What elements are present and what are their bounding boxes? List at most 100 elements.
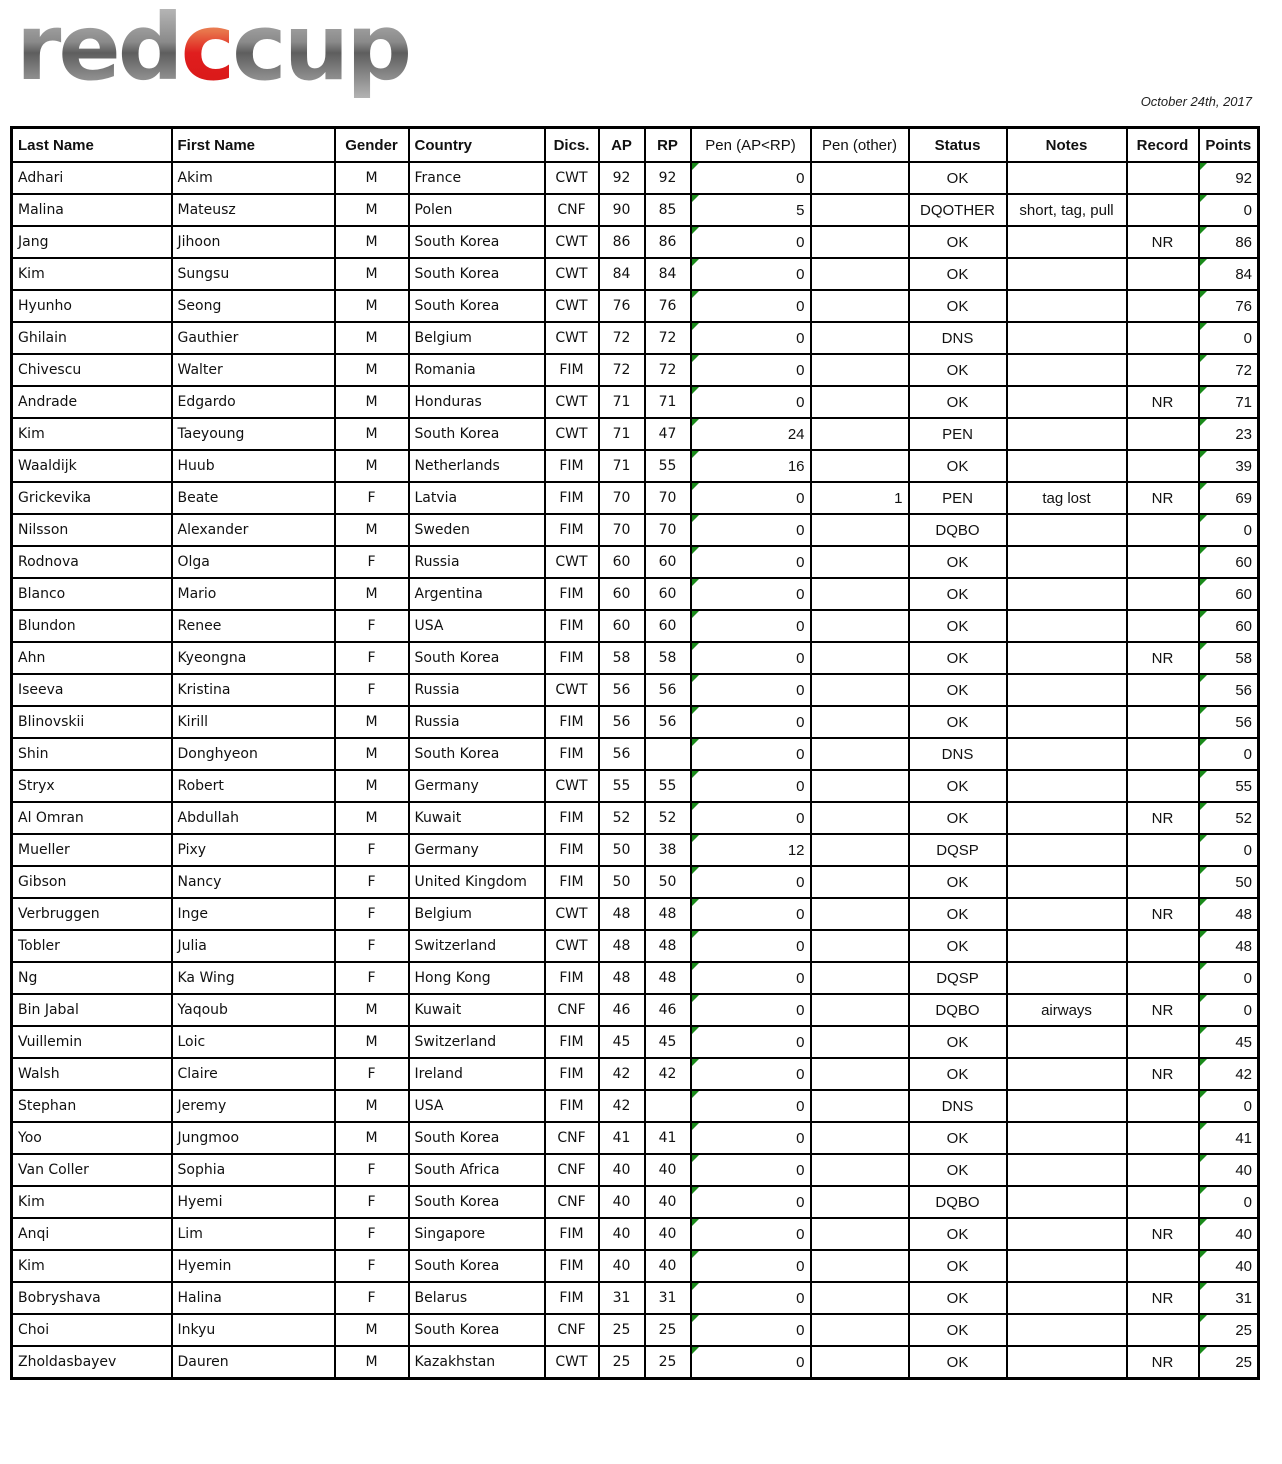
- rp-cell-value: 86: [658, 234, 677, 250]
- country-cell: Russia: [407, 545, 546, 579]
- discipline-cell-value: CNF: [557, 1002, 586, 1018]
- gender-cell: M: [333, 353, 410, 387]
- ap-cell: 42: [597, 1057, 646, 1091]
- points-cell: 25: [1197, 1345, 1260, 1380]
- pen-ap-rp-cell-value: 0: [796, 681, 805, 699]
- status-cell: OK: [907, 1025, 1008, 1059]
- record-cell-value: NR: [1151, 1353, 1174, 1371]
- notes-cell-value: tag lost: [1042, 489, 1091, 507]
- ap-cell: 55: [597, 769, 646, 803]
- first-name-cell: Abdullah: [170, 801, 336, 835]
- pen-ap-rp-cell-value: 0: [796, 1001, 805, 1019]
- country-cell-value: Belgium: [414, 906, 472, 922]
- ap-cell-value: 72: [612, 330, 631, 346]
- pen-other-cell: [809, 289, 910, 323]
- pen-ap-rp-cell-value: 0: [796, 1161, 805, 1179]
- rp-cell-value: 25: [658, 1322, 677, 1338]
- pen-ap-rp-cell: 0: [689, 737, 812, 771]
- rp-cell: 40: [643, 1185, 692, 1219]
- points-cell: 76: [1197, 289, 1260, 323]
- pen-ap-rp-cell: 0: [689, 641, 812, 675]
- first-name-cell-value: Jihoon: [177, 234, 221, 250]
- table-row: Mueller Pixy F Germany FIM 50 38 12 DQSP 0: [10, 833, 1260, 867]
- gender-cell-value: M: [365, 1322, 378, 1338]
- discipline-cell: CNF: [543, 1121, 600, 1155]
- points-cell-value: 50: [1235, 873, 1252, 891]
- status-cell-value: OK: [946, 937, 969, 955]
- record-cell: [1125, 865, 1200, 899]
- status-cell-value: DNS: [941, 329, 974, 347]
- discipline-cell: CNF: [543, 1313, 600, 1347]
- comment-indicator-icon: [692, 580, 699, 586]
- discipline-cell: FIM: [543, 513, 600, 547]
- comment-indicator-icon: [1200, 356, 1207, 362]
- pen-ap-rp-cell-value: 0: [796, 1129, 805, 1147]
- status-cell-value: OK: [946, 265, 969, 283]
- comment-indicator-icon: [1200, 1347, 1207, 1354]
- gender-cell-value: M: [365, 458, 378, 474]
- rp-cell: 60: [643, 545, 692, 579]
- pen-other-cell: [809, 577, 910, 611]
- notes-cell: [1005, 641, 1128, 675]
- ap-cell: 41: [597, 1121, 646, 1155]
- discipline-cell-value: CWT: [555, 906, 588, 922]
- last-name-cell-value: Adhari: [18, 170, 64, 186]
- points-cell: 31: [1197, 1281, 1260, 1315]
- record-cell: [1125, 737, 1200, 771]
- first-name-cell: Akim: [170, 161, 336, 195]
- rp-cell-value: 58: [658, 650, 677, 666]
- gender-cell-value: M: [365, 810, 378, 826]
- comment-indicator-icon: [692, 1284, 699, 1290]
- pen-other-cell: [809, 865, 910, 899]
- record-cell-value: NR: [1151, 1289, 1174, 1307]
- discipline-cell: FIM: [543, 1217, 600, 1251]
- first-name-cell-value: Edgardo: [177, 394, 236, 410]
- discipline-cell: FIM: [543, 801, 600, 835]
- discipline-cell-value: CWT: [555, 234, 588, 250]
- table-row: Blundon Renee F USA FIM 60 60 0 OK 60: [10, 609, 1260, 643]
- discipline-cell-value: CWT: [555, 938, 588, 954]
- gender-cell-value: F: [367, 938, 376, 954]
- first-name-cell: Hyemin: [170, 1249, 336, 1283]
- ap-cell-value: 90: [612, 202, 631, 218]
- last-name-cell: Bin Jabal: [10, 993, 173, 1027]
- points-cell-value: 0: [1243, 329, 1252, 347]
- ap-cell: 76: [597, 289, 646, 323]
- notes-cell: [1005, 257, 1128, 291]
- gender-cell: M: [333, 385, 410, 419]
- ap-cell: 60: [597, 609, 646, 643]
- ap-cell-value: 42: [612, 1066, 631, 1082]
- status-cell: OK: [907, 1057, 1008, 1091]
- record-cell: NR: [1125, 801, 1200, 835]
- country-cell-value: Latvia: [414, 490, 458, 506]
- col-header-discipline: Dics.: [543, 126, 600, 163]
- points-cell: 40: [1197, 1249, 1260, 1283]
- record-cell: [1125, 1153, 1200, 1187]
- first-name-cell: Lim: [170, 1217, 336, 1251]
- points-cell-value: 60: [1235, 553, 1252, 571]
- discipline-cell: CNF: [543, 993, 600, 1027]
- points-cell: 92: [1197, 161, 1260, 195]
- ap-cell: 92: [597, 161, 646, 195]
- points-cell-value: 39: [1235, 457, 1252, 475]
- rp-cell-value: 60: [658, 554, 677, 570]
- status-cell-value: OK: [946, 1161, 969, 1179]
- table-row: Jang Jihoon M South Korea CWT 86 86 0 OK NR 86: [10, 225, 1260, 259]
- first-name-cell-value: Halina: [177, 1290, 222, 1306]
- pen-ap-rp-cell-value: 0: [796, 777, 805, 795]
- table-row: Ghilain Gauthier M Belgium CWT 72 72 0 DNS 0: [10, 321, 1260, 355]
- discipline-cell-value: CNF: [557, 1322, 586, 1338]
- notes-cell: [1005, 865, 1128, 899]
- rp-cell: 31: [643, 1281, 692, 1315]
- pen-other-cell: [809, 641, 910, 675]
- points-cell: 0: [1197, 737, 1260, 771]
- last-name-cell: Ng: [10, 961, 173, 995]
- last-name-cell-value: Walsh: [18, 1066, 60, 1082]
- points-cell: 25: [1197, 1313, 1260, 1347]
- status-cell: OK: [907, 289, 1008, 323]
- rp-cell: 52: [643, 801, 692, 835]
- country-cell-value: South Africa: [414, 1162, 500, 1178]
- table-row: Shin Donghyeon M South Korea FIM 56 0 DNS 0: [10, 737, 1260, 771]
- status-cell: OK: [907, 673, 1008, 707]
- status-cell-value: OK: [946, 1033, 969, 1051]
